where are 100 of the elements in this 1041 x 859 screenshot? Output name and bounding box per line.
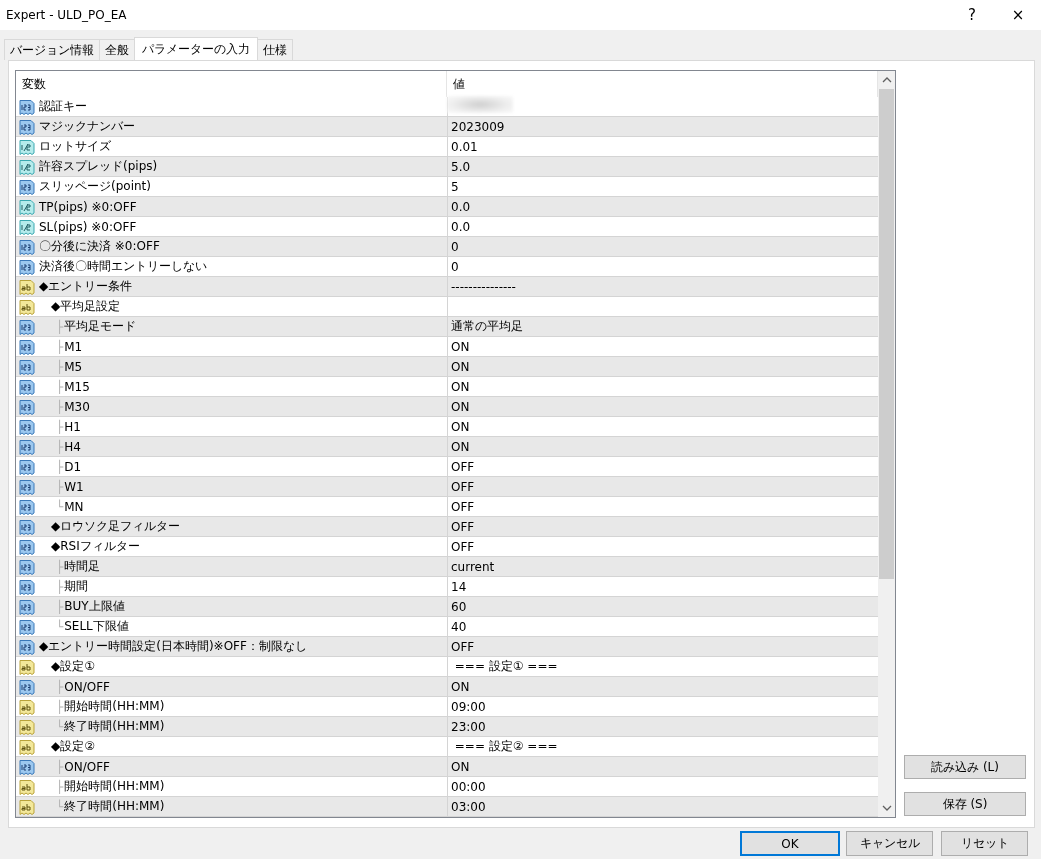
parameter-value[interactable]: OFF [451, 459, 475, 474]
parameter-row[interactable]: ├H1 ON [16, 417, 878, 437]
parameter-name: ロットサイズ [39, 138, 111, 155]
parameter-name: ◆エントリー条件 [39, 278, 133, 295]
parameter-value[interactable]: 23:00 [451, 719, 486, 734]
parameter-row[interactable]: └SELL下限値 40 [16, 617, 878, 637]
parameter-value[interactable]: 0.0 [451, 219, 471, 234]
parameter-row[interactable]: ├W1 OFF [16, 477, 878, 497]
parameter-value[interactable]: 60 [451, 599, 467, 614]
tab[interactable]: バージョン情報 [4, 39, 100, 60]
parameter-value[interactable]: ON [451, 679, 470, 694]
parameter-row[interactable]: ◆設定② === 設定② === [16, 737, 878, 757]
parameter-value[interactable]: 40 [451, 619, 467, 634]
parameter-value[interactable]: 0 [451, 259, 459, 274]
parameter-row[interactable]: ロットサイズ 0.01 [16, 137, 878, 157]
parameter-value[interactable]: ON [451, 439, 470, 454]
parameter-row[interactable]: ◆ロウソク足フィルター OFF [16, 517, 878, 537]
tab[interactable]: パラメーターの入力 [134, 37, 258, 60]
parameter-value[interactable]: 14 [451, 579, 467, 594]
parameter-row[interactable]: 決済後〇時間エントリーしない 0 [16, 257, 878, 277]
parameter-value[interactable]: 5 [451, 179, 459, 194]
tree-branch-icon: ├ [56, 579, 64, 594]
tree-branch-icon: ├ [56, 599, 64, 614]
parameter-value[interactable]: 0.01 [451, 139, 478, 154]
parameter-row[interactable]: ├M15 ON [16, 377, 878, 397]
parameter-row[interactable]: └終了時間(HH:MM) 03:00 [16, 797, 878, 817]
string-type-icon [19, 278, 35, 295]
parameter-value[interactable]: ON [451, 359, 470, 374]
parameter-row[interactable]: ◆RSIフィルター OFF [16, 537, 878, 557]
parameter-value[interactable]: OFF [451, 519, 475, 534]
parameter-row[interactable]: ◆エントリー条件 --------------- [16, 277, 878, 297]
number-type-icon [19, 518, 35, 535]
parameter-row[interactable]: ├H4 ON [16, 437, 878, 457]
parameter-row[interactable]: └終了時間(HH:MM) 23:00 [16, 717, 878, 737]
parameter-value[interactable]: ON [451, 339, 470, 354]
parameter-value[interactable]: OFF [451, 639, 475, 654]
parameter-value[interactable]: 2023009 [451, 119, 505, 134]
parameter-row[interactable]: ├M5 ON [16, 357, 878, 377]
parameter-value[interactable]: --------------- [451, 279, 516, 294]
tree-branch-icon: ├ [56, 679, 64, 694]
parameter-row[interactable]: ├開始時間(HH:MM) 09:00 [16, 697, 878, 717]
parameter-row[interactable]: ├D1 OFF [16, 457, 878, 477]
parameter-value[interactable]: === 設定① === [451, 658, 558, 675]
parameter-row[interactable]: 許容スプレッド(pips) 5.0 [16, 157, 878, 177]
parameter-row[interactable]: ├開始時間(HH:MM) 00:00 [16, 777, 878, 797]
parameter-name: 開始時間(HH:MM) [64, 698, 165, 713]
parameter-row[interactable]: ├時間足 current [16, 557, 878, 577]
parameter-row[interactable]: ├期間 14 [16, 577, 878, 597]
parameter-name: 決済後〇時間エントリーしない [39, 258, 207, 275]
parameter-row[interactable]: ◆エントリー時間設定(日本時間)※OFF：制限なし OFF [16, 637, 878, 657]
parameter-value[interactable]: 5.0 [451, 159, 471, 174]
parameter-row[interactable]: マジックナンバー 2023009 [16, 117, 878, 137]
save-button[interactable]: 保存 (S) [904, 792, 1026, 816]
parameter-row[interactable]: ├平均足モード 通常の平均足 [16, 317, 878, 337]
number-type-icon [19, 138, 35, 155]
parameter-value[interactable]: current [451, 559, 495, 574]
parameter-row[interactable]: SL(pips) ※0:OFF 0.0 [16, 217, 878, 237]
tree-branch-icon: ├ [56, 479, 64, 494]
parameter-value[interactable]: ON [451, 419, 470, 434]
parameter-value[interactable]: ON [451, 759, 470, 774]
number-type-icon [19, 178, 35, 195]
parameter-row[interactable]: ├M30 ON [16, 397, 878, 417]
parameter-value[interactable]: OFF [451, 499, 475, 514]
parameter-value[interactable]: OFF [451, 539, 475, 554]
dialog-button[interactable]: キャンセル [846, 831, 933, 856]
load-button[interactable]: 読み込み (L) [904, 755, 1026, 779]
parameter-value[interactable]: 通常の平均足 [451, 318, 523, 335]
string-type-icon [19, 718, 35, 735]
scroll-down-icon[interactable] [881, 805, 892, 811]
parameter-row[interactable]: ◆設定① === 設定① === [16, 657, 878, 677]
parameter-name: SL(pips) ※0:OFF [39, 219, 137, 234]
tab[interactable]: 仕様 [257, 39, 293, 60]
number-type-icon [19, 618, 35, 635]
parameter-value[interactable]: ON [451, 399, 470, 414]
number-type-icon [19, 378, 35, 395]
parameter-row[interactable]: 認証キー [16, 97, 878, 117]
dialog-button[interactable]: リセット [941, 831, 1028, 856]
scroll-up-icon[interactable] [881, 77, 892, 83]
parameter-row[interactable]: ├M1 ON [16, 337, 878, 357]
dialog-button[interactable]: OK [740, 831, 840, 856]
parameter-row[interactable]: └MN OFF [16, 497, 878, 517]
parameter-row[interactable]: スリッページ(point) 5 [16, 177, 878, 197]
scrollbar[interactable] [878, 71, 895, 817]
parameter-value[interactable]: 03:00 [451, 799, 486, 814]
number-type-icon [19, 458, 35, 475]
parameter-value[interactable]: 00:00 [451, 779, 486, 794]
parameter-value[interactable]: 09:00 [451, 699, 486, 714]
parameter-row[interactable]: TP(pips) ※0:OFF 0.0 [16, 197, 878, 217]
parameter-row[interactable]: ├ON/OFF ON [16, 757, 878, 777]
tree-branch-icon: ├ [56, 339, 64, 354]
parameter-row[interactable]: 〇分後に決済 ※0:OFF 0 [16, 237, 878, 257]
parameter-value[interactable]: 0.0 [451, 199, 471, 214]
parameter-row[interactable]: ├BUY上限値 60 [16, 597, 878, 617]
parameter-value[interactable]: ON [451, 379, 470, 394]
scroll-thumb[interactable] [879, 89, 894, 579]
parameter-value[interactable]: === 設定② === [451, 738, 558, 755]
parameter-value[interactable]: OFF [451, 479, 475, 494]
parameter-value[interactable]: 0 [451, 239, 459, 254]
parameter-row[interactable]: ├ON/OFF ON [16, 677, 878, 697]
parameter-row[interactable]: ◆平均足設定 [16, 297, 878, 317]
